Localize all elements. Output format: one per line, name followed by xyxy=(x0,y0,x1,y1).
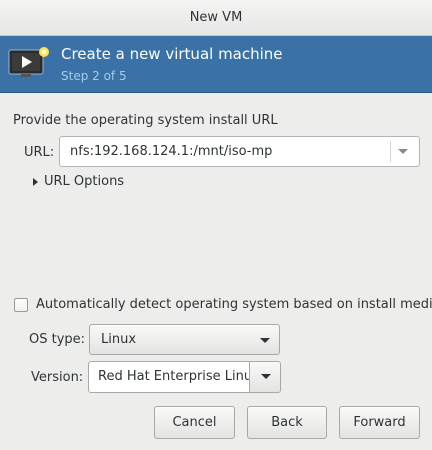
url-combobox[interactable]: nfs:192.168.124.1:/mnt/iso-mp xyxy=(59,136,420,167)
wizard-header: Create a new virtual machine Step 2 of 5 xyxy=(0,36,432,93)
forward-button[interactable]: Forward xyxy=(339,406,420,439)
combo-divider xyxy=(390,141,391,162)
install-url-prompt: Provide the operating system install URL xyxy=(13,113,278,128)
virtual-machine-icon xyxy=(8,46,50,80)
version-input[interactable]: Red Hat Enterprise Linux xyxy=(98,369,251,384)
auto-detect-label[interactable]: Automatically detect operating system ba… xyxy=(36,297,432,312)
auto-detect-os[interactable]: Automatically detect operating system ba… xyxy=(13,297,432,315)
chevron-down-icon xyxy=(260,338,270,343)
wizard-title: Create a new virtual machine xyxy=(61,45,283,63)
back-button[interactable]: Back xyxy=(247,406,327,439)
url-options-label[interactable]: URL Options xyxy=(44,174,124,189)
chevron-down-icon[interactable] xyxy=(398,149,408,154)
expander-arrow-icon[interactable] xyxy=(33,178,38,186)
os-type-label: OS type: xyxy=(29,332,86,347)
wizard-step: Step 2 of 5 xyxy=(61,69,127,83)
chevron-down-icon xyxy=(261,374,271,379)
cancel-button[interactable]: Cancel xyxy=(154,406,235,439)
os-type-value: Linux xyxy=(101,332,137,347)
version-dropdown-button[interactable] xyxy=(249,362,280,392)
window-title: New VM xyxy=(0,0,432,36)
os-type-dropdown[interactable]: Linux xyxy=(89,324,280,355)
version-label: Version: xyxy=(31,370,84,385)
url-input[interactable]: nfs:192.168.124.1:/mnt/iso-mp xyxy=(70,144,272,159)
wizard-content: Provide the operating system install URL… xyxy=(0,94,432,450)
auto-detect-checkbox[interactable] xyxy=(14,298,28,312)
url-label: URL: xyxy=(24,145,55,160)
version-combobox[interactable]: Red Hat Enterprise Linux xyxy=(88,361,281,393)
